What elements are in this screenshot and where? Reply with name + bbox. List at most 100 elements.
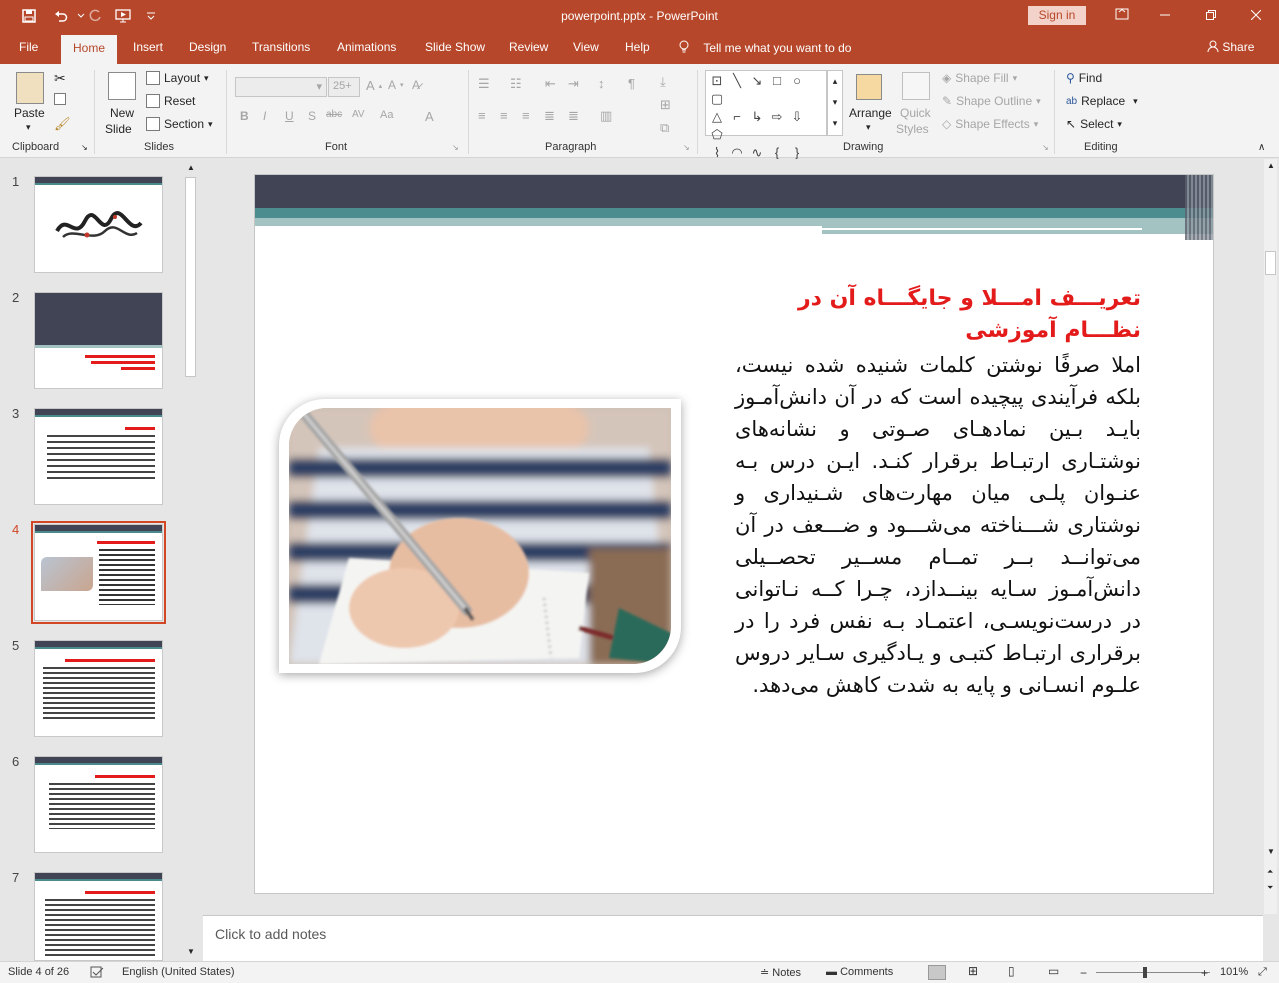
font-family-combo[interactable]: ▾ [235,77,327,97]
elbow-arrow-icon[interactable]: ↳ [747,108,767,126]
tab-insert[interactable]: Insert [133,40,163,54]
slide-thumbnail-5[interactable] [34,640,163,737]
triangle-shape-icon[interactable]: △ [707,108,727,126]
layout-button[interactable]: Layout ▾ [146,71,209,85]
pentagon-shape-icon[interactable]: ⬠ [707,126,727,144]
editor-scrollbar[interactable]: ▲ ▼ ⏶ ⏷ [1264,159,1277,914]
text-direction-icon[interactable]: ⤓ [660,74,666,90]
comments-toggle-button[interactable]: ▬ Comments [826,966,893,978]
textbox-shape-icon[interactable]: ⊡ [707,72,727,90]
bullets-icon[interactable]: ☰ [478,76,490,92]
align-left-icon[interactable]: ≡ [478,108,486,123]
italic-icon[interactable]: I [263,109,266,123]
paste-dropdown-icon[interactable]: ▾ [26,122,31,133]
align-center-icon[interactable]: ≡ [500,108,508,123]
slide-body-text[interactable]: املا صرفًا نوشتن کلمات شنیده شده نیست، ب… [735,349,1141,701]
align-text-icon[interactable]: ⊞ [660,97,671,113]
next-slide-icon[interactable]: ⏷ [1267,883,1273,893]
numbering-icon[interactable]: ☷ [510,76,522,92]
zoom-out-icon[interactable]: − [1080,966,1087,980]
scroll-down-icon[interactable]: ▼ [1267,847,1275,856]
rectangle-shape-icon[interactable]: □ [767,72,787,90]
shapes-gallery[interactable]: ⊡╲↘□○▢ △⌐↳⇨⇩⬠ ⌇◠∿{}☆ [705,70,827,178]
elbow-connector-icon[interactable]: ⌐ [727,108,747,126]
close-icon[interactable] [1241,6,1271,26]
underline-icon[interactable]: U [285,109,294,123]
fit-to-window-icon[interactable]: ⤢ [1258,966,1267,979]
normal-view-icon[interactable] [928,965,946,980]
reading-view-icon[interactable]: ▯ [1008,964,1015,978]
slide-thumbnail-2[interactable] [34,292,163,389]
zoom-slider-thumb[interactable] [1143,967,1147,978]
spelling-check-icon[interactable] [90,966,104,981]
copy-icon[interactable] [54,93,66,105]
rounded-rect-shape-icon[interactable]: ▢ [707,90,727,108]
character-spacing-icon[interactable]: AV [352,109,365,120]
slide-title[interactable]: تعریـــف امـــلا و جایگـــاه آن در نظـــ… [725,283,1141,347]
tell-me-search[interactable]: Tell me what you want to do [678,40,851,55]
sign-in-button[interactable]: Sign in [1028,6,1086,25]
distributed-icon[interactable]: ≣ [568,108,579,124]
slideshow-view-icon[interactable]: ▭ [1048,964,1059,978]
line-spacing-icon[interactable]: ↕ [598,76,605,91]
scroll-up-icon[interactable]: ▲ [187,163,195,172]
shape-fill-button[interactable]: ◈ Shape Fill ▾ [942,71,1017,85]
restore-icon[interactable] [1196,6,1226,26]
font-size-combo[interactable]: 25+ [328,77,360,97]
tab-transitions[interactable]: Transitions [252,40,310,54]
minimize-icon[interactable] [1150,6,1180,26]
zoom-slider-track[interactable] [1096,972,1210,973]
bold-icon[interactable]: B [240,109,249,123]
paste-icon[interactable] [16,72,44,104]
paste-button[interactable]: Paste [14,106,45,120]
right-arrow-shape-icon[interactable]: ⇨ [767,108,787,126]
scroll-thumb[interactable] [1265,251,1276,275]
tab-view[interactable]: View [573,40,599,54]
shapes-gallery-scroll[interactable]: ▴ ▾ ▾ [827,70,843,136]
clipboard-launcher-icon[interactable]: ↘ [81,143,88,152]
format-painter-icon[interactable]: 🖌 [54,116,71,132]
tab-design[interactable]: Design [189,40,226,54]
tab-animations[interactable]: Animations [337,40,396,54]
justify-icon[interactable]: ≣ [544,108,555,124]
picture-frame[interactable] [279,399,681,673]
slide-thumbnail-6[interactable] [34,756,163,853]
increase-indent-icon[interactable]: ⇥ [568,76,579,92]
rtl-icon[interactable]: ¶ [628,76,635,91]
align-right-icon[interactable]: ≡ [522,108,530,123]
smartart-icon[interactable]: ⧉ [660,120,669,136]
notes-pane[interactable]: Click to add notes [203,915,1263,961]
font-color-icon[interactable]: A [425,109,434,124]
new-slide-icon[interactable] [108,72,136,100]
select-button[interactable]: ↖ Select ▾ [1066,117,1122,131]
columns-icon[interactable]: ▥ [600,108,612,124]
tab-home[interactable]: Home [61,35,118,64]
tab-slide-show[interactable]: Slide Show [425,40,485,54]
drawing-launcher-icon[interactable]: ↘ [1042,143,1049,152]
section-button[interactable]: Section ▾ [146,117,213,131]
shape-outline-button[interactable]: ✎ Shape Outline ▾ [942,94,1041,108]
line-shape-icon[interactable]: ╲ [727,72,747,90]
previous-slide-icon[interactable]: ⏶ [1267,867,1273,877]
ribbon-display-options-icon[interactable] [1107,6,1137,26]
language-indicator[interactable]: English (United States) [122,966,235,978]
slide-thumbnail-1[interactable] [34,176,163,273]
oval-shape-icon[interactable]: ○ [787,72,807,90]
share-button[interactable]: Share [1207,40,1254,54]
cut-icon[interactable]: ✂ [54,70,66,87]
new-slide-label-2[interactable]: Slide [105,122,132,136]
decrease-indent-icon[interactable]: ⇤ [545,76,556,92]
new-slide-label-1[interactable]: New [110,106,134,120]
quick-styles-label-1[interactable]: Quick [900,106,931,120]
scroll-up-icon[interactable]: ▲ [1267,161,1275,170]
quick-styles-icon[interactable] [902,72,930,100]
change-case-icon[interactable]: Aa [380,109,393,121]
quick-styles-label-2[interactable]: Styles [896,122,929,136]
tab-help[interactable]: Help [625,40,650,54]
notes-toggle-button[interactable]: ≐ Notes [760,966,801,979]
thumbnails-scrollbar[interactable]: ▲ ▼ [184,159,197,961]
replace-button[interactable]: ab Replace ▾ [1066,94,1138,108]
zoom-in-icon[interactable]: + [1201,966,1208,980]
slide-thumbnail-3[interactable] [34,408,163,505]
increase-font-icon[interactable]: A ▴ [366,78,382,93]
